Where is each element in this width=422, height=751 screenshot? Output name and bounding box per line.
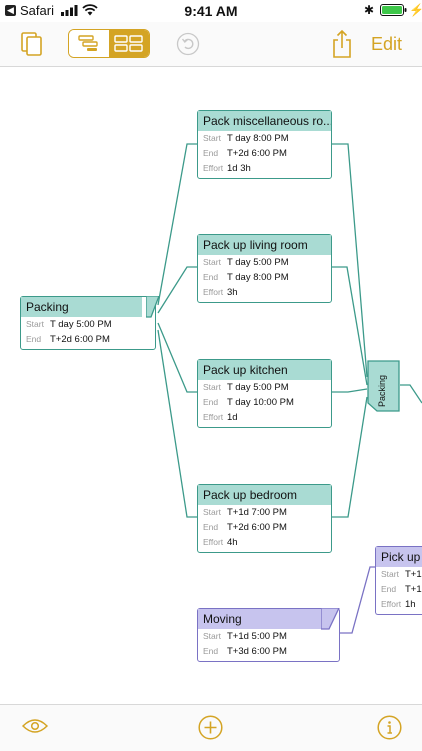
task-title: Pack miscellaneous ro... (198, 111, 331, 131)
charging-icon: ⚡ (409, 3, 422, 17)
link-packing-to-kitchen (157, 322, 197, 393)
start-row: Start T day 8:00 PM (203, 133, 289, 144)
link-packing-to-bedroom (157, 329, 197, 518)
link-misc-to-group (332, 143, 368, 378)
status-bar: ◀ Safari 9:41 AM ✱ ⚡ (0, 0, 422, 22)
link-living-to-group (332, 266, 368, 386)
start-row: Start T day 5:00 PM (203, 257, 289, 268)
network-view-icon (114, 35, 143, 52)
link-bedroom-to-group (332, 396, 368, 518)
effort-row: Effort 1h (381, 599, 416, 610)
task-title: Pack up kitchen (198, 360, 331, 380)
link-kitchen-to-group (332, 388, 368, 393)
effort-row: Effort 3h (203, 287, 238, 298)
effort-row: Effort 4h (203, 537, 238, 548)
bluetooth-icon: ✱ (364, 3, 375, 17)
milestone-flag-icon (321, 608, 340, 630)
start-row: Start T day 5:00 PM (26, 319, 112, 330)
documents-icon[interactable] (19, 31, 45, 57)
start-row: Start T day 5:00 PM (203, 382, 289, 393)
network-view-segment[interactable] (109, 30, 149, 57)
task-title: Pick up r (376, 547, 422, 567)
battery-icon (380, 4, 407, 16)
end-row: End T+2d 6:00 PM (203, 148, 287, 159)
undo-icon[interactable] (176, 32, 200, 56)
task-title: Pack up bedroom (198, 485, 331, 505)
start-row: Start T+1d 7:00 PM (203, 507, 287, 518)
outline-view-icon (78, 35, 98, 51)
network-canvas[interactable]: Packing Start T day 5:00 PM End T+2d 6:00 … (0, 67, 422, 704)
view-mode-segmented-control (68, 29, 150, 58)
end-row: End T+3d 6:00 PM (203, 646, 287, 657)
link-moving-to-pickup (340, 566, 375, 634)
effort-row: Effort 1d 3h (203, 163, 251, 174)
bottom-toolbar (0, 704, 422, 751)
milestone-flag-icon (146, 296, 160, 318)
start-row: Start T+1 (381, 569, 422, 580)
task-card-moving[interactable]: Moving Start T+1d 5:00 PM End T+3d 6:00 PM (197, 608, 340, 662)
share-icon[interactable] (331, 29, 353, 59)
eye-icon[interactable] (22, 717, 48, 735)
task-card-pick-up[interactable]: Pick up r StartT+1 EndT+1 Effort1h (375, 546, 422, 615)
end-row: End T day 10:00 PM (203, 397, 294, 408)
edit-button[interactable]: Edit (371, 34, 402, 55)
task-card-pack-up-living-room[interactable]: Pack up living room Start T day 5:00 PM E… (197, 234, 332, 303)
end-row: End T day 8:00 PM (203, 272, 289, 283)
group-end-label[interactable]: Packing (367, 360, 400, 412)
task-card-pack-miscellaneous[interactable]: Pack miscellaneous ro... Start T day 8:00… (197, 110, 332, 179)
toolbar: Edit (0, 22, 422, 67)
end-row: End T+2d 6:00 PM (26, 334, 110, 345)
task-title: Moving (198, 609, 321, 629)
effort-row: Effort 1d (203, 412, 238, 423)
end-row: End T+1 (381, 584, 422, 595)
task-title: Pack up living room (198, 235, 331, 255)
link-packing-to-misc (157, 143, 197, 306)
task-card-pack-up-bedroom[interactable]: Pack up bedroom Start T+1d 7:00 PM End T+2… (197, 484, 332, 553)
end-row: End T+2d 6:00 PM (203, 522, 287, 533)
task-card-packing[interactable]: Packing Start T day 5:00 PM End T+2d 6:00 … (20, 296, 160, 350)
clock: 9:41 AM (184, 3, 238, 19)
add-icon[interactable] (198, 715, 223, 740)
task-card-pack-up-kitchen[interactable]: Pack up kitchen Start T day 5:00 PM End T … (197, 359, 332, 428)
task-title: Packing (21, 297, 142, 317)
start-row: Start T+1d 5:00 PM (203, 631, 287, 642)
outline-view-segment[interactable] (69, 30, 109, 57)
info-icon[interactable] (377, 715, 402, 740)
link-group-out (400, 384, 422, 404)
